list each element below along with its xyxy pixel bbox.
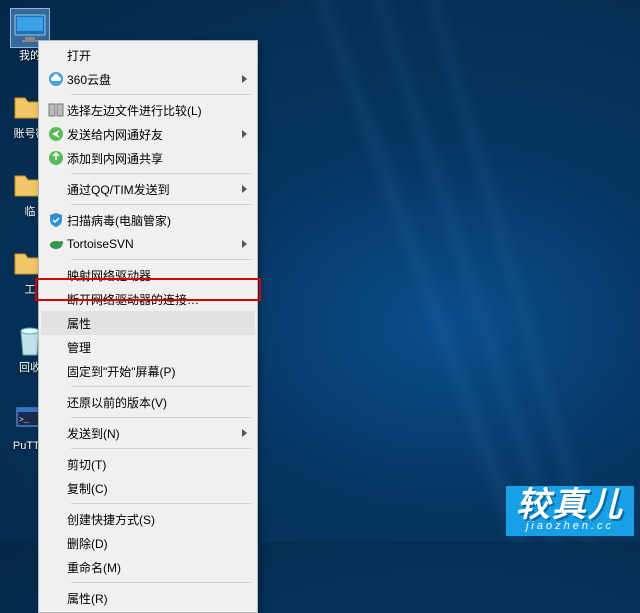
separator [71,582,251,583]
context-menu-label: 发送到(N) [67,425,231,442]
context-menu-label: 属性 [67,315,231,332]
context-menu-item-8[interactable]: 映射网络驱动器… [41,263,255,287]
separator [71,173,251,174]
context-menu-label: 断开网络驱动器的连接… [67,291,231,308]
context-menu-label: 管理 [67,339,231,356]
context-menu-item-0[interactable]: 打开 [41,43,255,67]
separator [71,204,251,205]
chevron-right-icon [242,130,247,138]
share-icon [45,150,67,166]
context-menu-item-6[interactable]: 扫描病毒(电脑管家) [41,208,255,232]
separator [71,386,251,387]
tortoise-icon [45,236,67,252]
context-menu-label: 添加到内网通共享 [67,150,231,167]
chevron-right-icon [242,240,247,248]
context-menu-item-7[interactable]: TortoiseSVN [41,232,255,256]
context-menu-label: TortoiseSVN [67,237,231,251]
compare-icon [45,102,67,118]
context-menu-label: 通过QQ/TIM发送到 [67,181,231,198]
context-menu-item-16[interactable]: 复制(C) [41,476,255,500]
desktop-icon-label: 工 [25,284,36,296]
context-menu-label: 重命名(M) [67,559,231,576]
watermark-main: 较真儿 [516,488,624,522]
context-menu: 打开 360云盘选择左边文件进行比较(L) 发送给内网通好友添加到内网通共享通过QQ… [38,40,258,613]
context-menu-item-19[interactable]: 重命名(M) [41,555,255,579]
desktop-icon-label: 临 [25,206,36,218]
context-menu-item-18[interactable]: 删除(D) [41,531,255,555]
watermark-sub: jiaozhen.cc [526,520,614,532]
watermark: 较真儿 jiaozhen.cc [506,486,634,536]
context-menu-item-2[interactable]: 选择左边文件进行比较(L) [41,98,255,122]
context-menu-label: 发送给内网通好友 [67,126,231,143]
chevron-right-icon [242,429,247,437]
context-menu-label: 还原以前的版本(V) [67,394,231,411]
context-menu-label: 复制(C) [67,480,231,497]
context-menu-label: 剪切(T) [67,456,231,473]
separator [71,417,251,418]
context-menu-label: 固定到"开始"屏幕(P) [67,363,231,380]
separator [71,448,251,449]
context-menu-item-10[interactable]: 属性 [41,311,255,335]
cloud-icon [45,71,67,87]
context-menu-item-9[interactable]: 断开网络驱动器的连接… [41,287,255,311]
chevron-right-icon [242,185,247,193]
context-menu-item-3[interactable]: 发送给内网通好友 [41,122,255,146]
context-menu-label: 选择左边文件进行比较(L) [67,102,231,119]
shield-icon [45,212,67,228]
context-menu-label: 映射网络驱动器… [67,267,231,284]
context-menu-label: 扫描病毒(电脑管家) [67,212,231,229]
context-menu-item-4[interactable]: 添加到内网通共享 [41,146,255,170]
svg-text:>_: >_ [19,416,29,425]
separator [71,503,251,504]
context-menu-item-13[interactable]: 还原以前的版本(V) [41,390,255,414]
send-icon [45,126,67,142]
context-menu-label: 删除(D) [67,535,231,552]
context-menu-item-20[interactable]: 属性(R) [41,586,255,610]
context-menu-item-5[interactable]: 通过QQ/TIM发送到 [41,177,255,201]
context-menu-item-11[interactable]: 管理 [41,335,255,359]
context-menu-item-1[interactable]: 360云盘 [41,67,255,91]
context-menu-item-14[interactable]: 发送到(N) [41,421,255,445]
context-menu-item-15[interactable]: 剪切(T) [41,452,255,476]
chevron-right-icon [242,75,247,83]
separator [71,259,251,260]
context-menu-label: 打开 [67,47,231,64]
blank-icon [45,181,67,197]
context-menu-item-12[interactable]: 固定到"开始"屏幕(P) [41,359,255,383]
context-menu-label: 创建快捷方式(S) [67,511,231,528]
context-menu-item-17[interactable]: 创建快捷方式(S) [41,507,255,531]
separator [71,94,251,95]
context-menu-label: 属性(R) [67,590,231,607]
context-menu-label: 360云盘 [67,71,231,88]
